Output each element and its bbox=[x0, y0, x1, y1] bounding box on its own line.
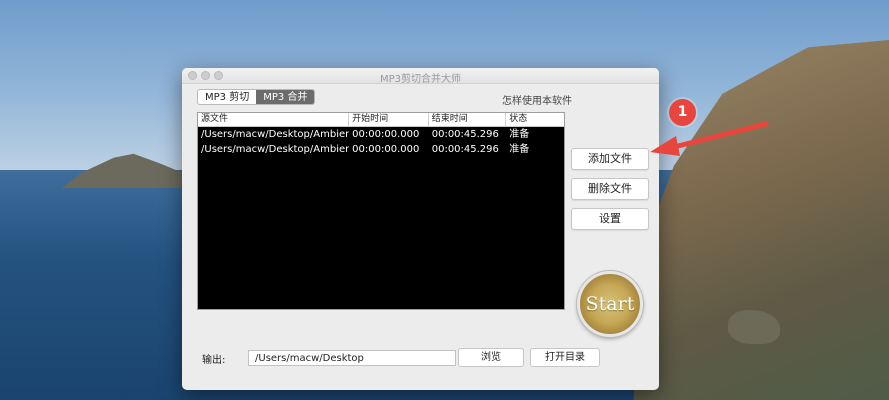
title-bar: MP3剪切合并大师 bbox=[182, 68, 659, 85]
mode-tabs: MP3 剪切 MP3 合并 bbox=[197, 89, 316, 105]
pointer-arrow-icon bbox=[650, 121, 769, 156]
output-path-field[interactable] bbox=[248, 350, 456, 366]
table-row[interactable]: /Users/macw/Desktop/Ambient 1... 00:00:0… bbox=[198, 127, 564, 142]
column-header-source[interactable]: 源文件 bbox=[198, 113, 350, 126]
app-window: MP3剪切合并大师 MP3 剪切 MP3 合并 怎样使用本软件 源文件 开始时间… bbox=[182, 68, 659, 390]
cell-end-time: 00:00:45.296 bbox=[431, 129, 499, 140]
wallpaper-rock bbox=[728, 310, 780, 344]
cell-end-time: 00:00:45.296 bbox=[431, 144, 499, 155]
column-header-end-time[interactable]: 结束时间 bbox=[429, 113, 507, 126]
tab-mp3-merge[interactable]: MP3 合并 bbox=[256, 90, 315, 104]
help-link[interactable]: 怎样使用本软件 bbox=[502, 92, 572, 107]
window-title: MP3剪切合并大师 bbox=[379, 74, 462, 85]
add-file-button[interactable]: 添加文件 bbox=[571, 148, 649, 170]
cell-start-time: 00:00:00.000 bbox=[352, 144, 420, 155]
table-row[interactable]: /Users/macw/Desktop/Ambient 1... 00:00:0… bbox=[198, 142, 564, 157]
cell-start-time: 00:00:00.000 bbox=[352, 129, 420, 140]
tab-mp3-cut[interactable]: MP3 剪切 bbox=[198, 90, 256, 104]
table-header: 源文件 开始时间 结束时间 状态 bbox=[198, 113, 564, 127]
delete-file-button[interactable]: 删除文件 bbox=[571, 178, 649, 200]
open-directory-button[interactable]: 打开目录 bbox=[530, 348, 600, 367]
start-button-label: Start bbox=[585, 293, 635, 315]
file-table[interactable]: 源文件 开始时间 结束时间 状态 /Users/macw/Desktop/Amb… bbox=[197, 112, 565, 310]
column-header-start-time[interactable]: 开始时间 bbox=[349, 113, 429, 126]
output-label: 输出: bbox=[202, 355, 226, 366]
cell-source: /Users/macw/Desktop/Ambient 1... bbox=[201, 129, 350, 140]
start-button[interactable]: Start bbox=[577, 271, 643, 337]
settings-button[interactable]: 设置 bbox=[571, 208, 649, 230]
browse-button[interactable]: 浏览 bbox=[458, 348, 524, 367]
cell-status: 准备 bbox=[509, 144, 530, 155]
column-header-status[interactable]: 状态 bbox=[506, 113, 564, 126]
cell-status: 准备 bbox=[509, 129, 530, 140]
cell-source: /Users/macw/Desktop/Ambient 1... bbox=[201, 144, 350, 155]
